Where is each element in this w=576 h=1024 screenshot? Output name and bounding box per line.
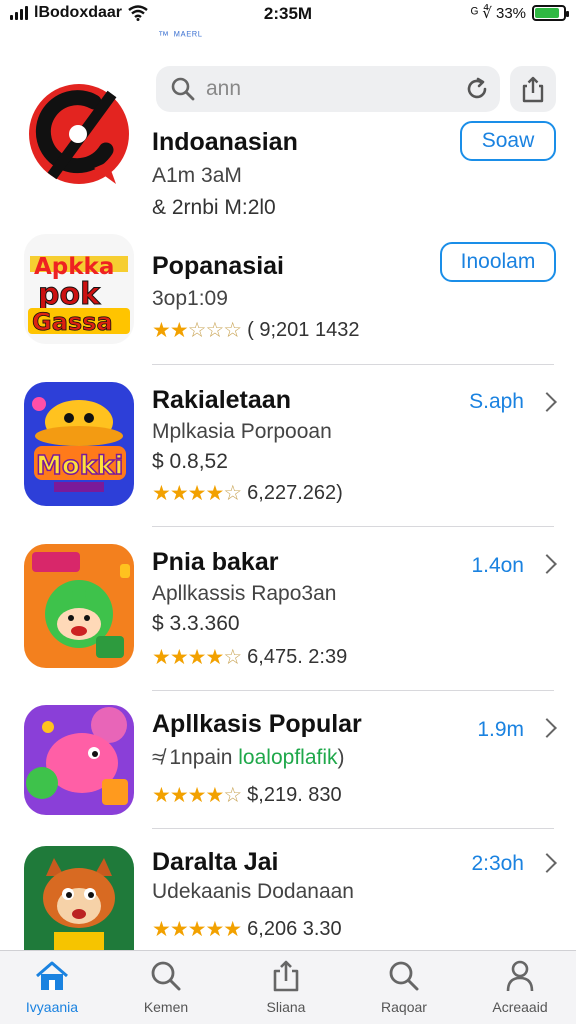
rating-count: $,219. 830: [247, 784, 342, 806]
person-icon: [506, 960, 534, 992]
app-action-button[interactable]: Soaw: [460, 121, 556, 161]
app-action-button[interactable]: Inoolam: [440, 242, 556, 282]
rating-stars: ★★★★☆: [152, 482, 242, 505]
tab-label: Ivyaania: [25, 999, 79, 1015]
fox-character-icon: [24, 846, 134, 950]
app-subtitle: ≉ 1npain loalopflafik): [152, 746, 345, 770]
divider: [152, 690, 554, 691]
app-rating: ★★☆☆☆ ( 9;201 1432: [152, 318, 359, 343]
home-icon: [36, 961, 68, 990]
search-icon: [151, 961, 181, 991]
app-name: Popanasiai: [152, 252, 284, 280]
tab-label: Raqoar: [381, 999, 427, 1015]
chevron-right-icon[interactable]: [537, 718, 557, 738]
app-icon-game-mokki[interactable]: Mokki: [24, 382, 134, 506]
tab-bar: Ivyaania Kemen Sliana Raqoar Acreaaid: [0, 950, 576, 1024]
chevron-right-icon[interactable]: [537, 554, 557, 574]
app-rating: ★★★★☆ 6,475. 2:39: [152, 645, 347, 670]
app-name: Pnia bakar: [152, 548, 279, 576]
tab-account[interactable]: Acreaaid: [470, 959, 570, 1021]
rating-count: 6,206 3.30: [247, 918, 342, 940]
app-size-link[interactable]: 2:3oh: [471, 852, 524, 876]
rating-stars: ★★☆☆☆: [152, 319, 242, 342]
app-meta: $ 3.3.360: [152, 612, 240, 635]
app-subtitle: Udekaanis Dodanaan: [152, 880, 354, 903]
app-subtitle: Mplkasia Porpooan: [152, 420, 332, 443]
tab-label: Sliana: [266, 999, 306, 1015]
app-subtitle-suffix: ): [337, 746, 345, 769]
app-rating: ★★★★☆ 6,227.262): [152, 481, 343, 506]
app-name: Apllkasis Popular: [152, 710, 362, 738]
app-subtitle: Apllkassis Rapo3an: [152, 582, 337, 605]
status-right: ᴳ ∜ 33%: [470, 4, 569, 22]
search-icon: [389, 961, 419, 991]
tab-share[interactable]: Sliana: [236, 959, 336, 1021]
red-logo-icon: [24, 72, 134, 196]
app-rating: ★★★★☆ $,219. 830: [152, 783, 342, 808]
green-character-icon: [24, 544, 134, 668]
app-meta: & 2rnbi M:2l0: [152, 196, 276, 219]
app-subtitle: A1m 3aM: [152, 164, 242, 187]
app-icon-game-pink[interactable]: [24, 705, 134, 815]
tab-home[interactable]: Ivyaania: [2, 959, 102, 1021]
battery-icon: [532, 5, 569, 21]
refresh-icon[interactable]: [464, 76, 490, 102]
app-icon-red-logo[interactable]: [24, 72, 134, 196]
app-icon-text-logo[interactable]: Apkka pok Gassa: [24, 234, 134, 344]
search-input[interactable]: [206, 74, 446, 104]
rating-count: 6,227.262): [247, 482, 343, 504]
app-icon-game-green[interactable]: [24, 544, 134, 668]
tab-search-2[interactable]: Raqoar: [354, 959, 454, 1021]
rating-stars: ★★★★☆: [152, 646, 242, 669]
chevron-right-icon[interactable]: [537, 392, 557, 412]
app-name: Indoanasian: [152, 128, 298, 156]
rating-stars: ★★★★☆: [152, 784, 242, 807]
search-bar[interactable]: [156, 66, 500, 112]
tab-label: Kemen: [143, 999, 189, 1015]
game-character-icon: Mokki: [24, 382, 134, 506]
app-subtitle-prefix: ≉ 1npain: [152, 746, 233, 769]
status-bar: lBodoxdaar 2:35M ᴳ ∜ 33%: [0, 0, 576, 28]
search-icon: [171, 77, 195, 101]
app-size-link[interactable]: 1.4on: [471, 554, 524, 578]
app-name: Daralta Jai: [152, 848, 279, 876]
svg-text:Gassa: Gassa: [32, 308, 113, 336]
app-icon-game-fox[interactable]: [24, 846, 134, 950]
status-right-text: ᴳ ∜ 33%: [470, 5, 526, 22]
divider: [152, 828, 554, 829]
tab-label: Acreaaid: [492, 999, 548, 1015]
app-size-link[interactable]: S.aph: [469, 390, 524, 414]
app-subtitle: 3op1:09: [152, 287, 228, 310]
chevron-right-icon[interactable]: [537, 853, 557, 873]
rating-count: ( 9;201 1432: [247, 319, 360, 341]
pink-character-icon: [24, 705, 134, 815]
app-name: Rakialetaan: [152, 386, 291, 414]
share-button[interactable]: [510, 66, 556, 112]
app-subtitle-highlight: loalopflafik: [238, 746, 338, 769]
divider: [152, 364, 554, 365]
app-size-link[interactable]: 1.9m: [477, 718, 524, 742]
tab-search[interactable]: Kemen: [116, 959, 216, 1021]
svg-text:Mokki: Mokki: [36, 451, 123, 481]
svg-text:pok: pok: [38, 277, 101, 312]
text-logo-icon: Apkka pok Gassa: [24, 234, 134, 344]
rating-stars: ★★★★★: [152, 918, 242, 941]
app-meta: $ 0.8,52: [152, 450, 228, 473]
status-subtext: ™ ᴹᴬᴱᴿᴸ: [158, 30, 203, 42]
share-icon: [522, 76, 544, 103]
rating-count: 6,475. 2:39: [247, 646, 348, 668]
divider: [152, 526, 554, 527]
share-icon: [273, 960, 299, 992]
app-rating: ★★★★★ 6,206 3.30: [152, 917, 342, 942]
